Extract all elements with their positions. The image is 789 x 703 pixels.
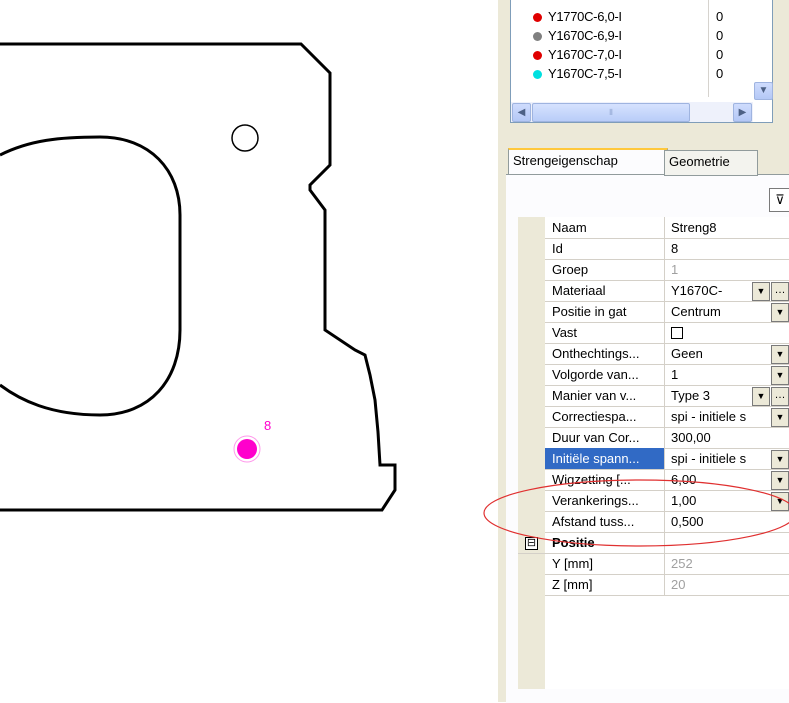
dropdown-arrow-icon[interactable]: ▼ xyxy=(752,387,770,406)
hole-circle xyxy=(231,124,259,152)
scroll-right-button[interactable]: ▶ xyxy=(733,103,752,122)
property-row[interactable]: Correctiespa... spi - initiele s ▼ xyxy=(545,406,789,428)
property-label: Naam xyxy=(545,217,665,238)
dropdown-arrow-icon[interactable]: ▼ xyxy=(752,282,770,301)
ellipsis-button[interactable]: … xyxy=(771,282,789,301)
grid-gutter xyxy=(518,217,545,689)
properties-panel: Y1770C-6,0-I 0 Y1670C-6,9-I 0 Y1670C-7,0-I 0 Y… xyxy=(498,0,789,703)
dropdown-arrow-icon[interactable]: ▼ xyxy=(771,366,789,385)
material-row[interactable]: Y1770C-6,0-I 0 xyxy=(511,7,772,26)
material-name: Y1670C-6,9-I xyxy=(548,28,622,43)
property-row[interactable]: Initiële spann... spi - initiele s ▼ xyxy=(545,448,789,470)
property-label: Y [mm] xyxy=(545,553,665,574)
property-row[interactable]: Z [mm] 20 xyxy=(545,574,789,596)
category-label: Positie xyxy=(545,532,665,553)
property-row[interactable]: Materiaal Y1670C- ▼… xyxy=(545,280,789,302)
scroll-thumb[interactable]: ⦀ xyxy=(532,103,690,122)
property-label: Groep xyxy=(545,259,665,280)
property-value[interactable]: Streng8 xyxy=(667,217,789,238)
dropdown-arrow-icon[interactable]: ▼ xyxy=(771,408,789,427)
slot-outline xyxy=(0,135,182,417)
horizontal-scrollbar[interactable]: ◀ ⦀ ▶ xyxy=(511,102,753,122)
dropdown-arrow-icon[interactable]: ▼ xyxy=(771,471,789,490)
property-label: Positie in gat xyxy=(545,301,665,322)
property-row[interactable]: Positie in gat Centrum ▼ xyxy=(545,301,789,323)
property-label: Afstand tuss... xyxy=(545,511,665,532)
property-row[interactable]: Groep 1 xyxy=(545,259,789,281)
material-color-dot xyxy=(533,70,542,79)
collapse-icon[interactable]: ⊟ xyxy=(525,537,538,550)
property-label: Duur van Cor... xyxy=(545,427,665,448)
dropdown-arrow-icon[interactable]: ▼ xyxy=(771,303,789,322)
property-label: Manier van v... xyxy=(545,385,665,406)
dropdown-arrow-icon[interactable]: ▼ xyxy=(771,345,789,364)
material-name: Y1670C-7,0-I xyxy=(548,47,622,62)
material-list[interactable]: Y1770C-6,0-I 0 Y1670C-6,9-I 0 Y1670C-7,0-I 0 Y… xyxy=(510,0,773,123)
material-count: 0 xyxy=(716,66,724,81)
property-value[interactable]: 0,500 xyxy=(667,511,789,532)
material-color-dot xyxy=(533,13,542,22)
material-name: Y1770C-6,0-I xyxy=(548,9,622,24)
material-row[interactable]: Y1670C-6,9-I 0 xyxy=(511,26,772,45)
property-label: Verankerings... xyxy=(545,490,665,511)
property-label: Initiële spann... xyxy=(545,448,665,469)
property-row[interactable]: Y [mm] 252 xyxy=(545,553,789,575)
property-row[interactable]: Naam Streng8 xyxy=(545,217,789,239)
section-outline xyxy=(0,42,397,512)
property-label: Materiaal xyxy=(545,280,665,301)
strand-label: 8 xyxy=(264,418,271,433)
property-label: Vast xyxy=(545,322,665,343)
vast-checkbox[interactable] xyxy=(671,326,683,339)
dropdown-arrow-icon[interactable]: ▼ xyxy=(771,492,789,511)
material-color-dot xyxy=(533,32,542,41)
scroll-down-button[interactable]: ▼ xyxy=(754,82,773,100)
tab-geometrie[interactable]: Geometrie xyxy=(664,150,758,176)
material-row[interactable]: Y1670C-7,0-I 0 xyxy=(511,45,772,64)
strand-marker[interactable] xyxy=(237,439,257,459)
material-count: 0 xyxy=(716,28,724,43)
property-row[interactable]: Manier van v... Type 3 ▼… xyxy=(545,385,789,407)
property-grid[interactable]: Naam Streng8 Id 8 Groep 1 Materiaal Y1670C- ▼… Po… xyxy=(518,217,789,689)
property-value[interactable]: 8 xyxy=(667,238,789,259)
scroll-left-button[interactable]: ◀ xyxy=(512,103,531,122)
property-row[interactable]: Id 8 xyxy=(545,238,789,260)
tab-strengeigenschap[interactable]: Strengeigenschap xyxy=(508,148,668,174)
property-label: Wigzetting [... xyxy=(545,469,665,490)
property-value[interactable]: 20 xyxy=(667,574,789,595)
property-row[interactable]: Volgorde van... 1 ▼ xyxy=(545,364,789,386)
material-count: 0 xyxy=(716,9,724,24)
property-label: Volgorde van... xyxy=(545,364,665,385)
dropdown-arrow-icon[interactable]: ▼ xyxy=(771,450,789,469)
property-row[interactable]: Vast xyxy=(545,322,789,344)
ellipsis-button[interactable]: … xyxy=(771,387,789,406)
property-row[interactable]: Onthechtings... Geen ▼ xyxy=(545,343,789,365)
section-drawing[interactable]: 8 xyxy=(0,0,498,702)
material-count: 0 xyxy=(716,47,724,62)
property-value[interactable] xyxy=(667,322,789,343)
property-value[interactable]: 300,00 xyxy=(667,427,789,448)
property-label: Id xyxy=(545,238,665,259)
property-label: Z [mm] xyxy=(545,574,665,595)
material-row[interactable]: Y1670C-7,5-I 0 xyxy=(511,64,772,83)
property-row[interactable]: Duur van Cor... 300,00 xyxy=(545,427,789,449)
filter-icon[interactable]: ⊽ xyxy=(769,188,789,212)
property-value[interactable]: 252 xyxy=(667,553,789,574)
property-label: Onthechtings... xyxy=(545,343,665,364)
property-row[interactable]: Afstand tuss... 0,500 xyxy=(545,511,789,533)
property-label: Correctiespa... xyxy=(545,406,665,427)
property-row[interactable]: Verankerings... 1,00 ▼ xyxy=(545,490,789,512)
property-value[interactable]: 1 xyxy=(667,259,789,280)
material-color-dot xyxy=(533,51,542,60)
category-positie[interactable]: ⊟ Positie xyxy=(518,532,789,554)
property-row[interactable]: Wigzetting [... 6,00 ▼ xyxy=(545,469,789,491)
material-name: Y1670C-7,5-I xyxy=(548,66,622,81)
